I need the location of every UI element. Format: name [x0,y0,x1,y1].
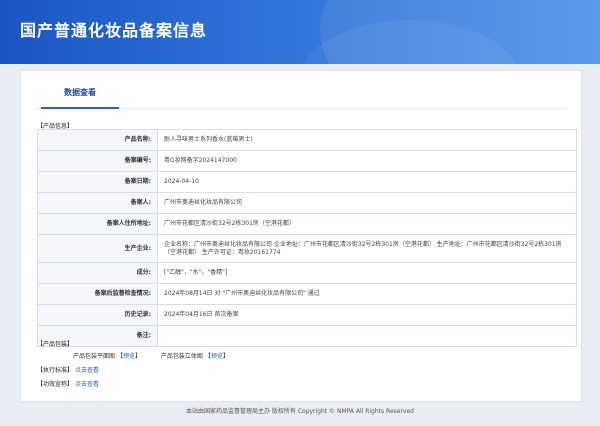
table-row: 备案后监督检查情况: 2024年08月14日 对 "广州市奥迪丝化妆品有限公司"… [37,283,577,305]
table-row: 备案人住所地址: 广州市花都区清沙街32号2栋301房（空港花都） [37,213,577,235]
section-label-packaging: 【产品包装】 [37,341,74,348]
packaging-item: 产品包装平面图 【预览】 [73,353,141,360]
section-label-efficacy: 【功效宣称】 [37,381,74,388]
product-info-table: 产品名称: 耐人寻味男士系列香水(蓝莓男士) 备案编号: 粤G妆网备字20241… [37,129,577,347]
preview-3d-link[interactable]: 预览 [211,353,223,360]
table-row: 备注: [37,325,577,347]
row-label: 备案人: [37,192,158,214]
ingredients-value: ["乙醇"，"水"，"香精"] [157,262,577,284]
row-label: 备案编号: [37,150,158,172]
packaging-flat-label: 产品包装平面图 [73,353,116,360]
preview-flat-link[interactable]: 预览 [123,353,135,360]
table-row: 备案人: 广州市奥迪丝化妆品有限公司 [37,192,577,214]
table-row: 备案编号: 粤G妆网备字2024147000 [37,150,577,172]
manufacturer-value: 企业名称：广州市奥迪丝化妆品有限公司 企业地址：广州市花都区清沙街32号2栋30… [157,234,577,263]
table-row: 生产企业: 企业名称：广州市奥迪丝化妆品有限公司 企业地址：广州市花都区清沙街3… [37,234,577,263]
packaging-3d-label: 产品包装立体图 [160,353,203,360]
filing-number-value: 粤G妆网备字2024147000 [157,150,577,172]
row-label: 备案日期: [37,171,158,193]
row-label: 产品名称: [37,129,158,151]
table-row: 备案日期: 2024-04-10 [37,171,577,193]
standard-row: 【执行标准】 点击查看 [37,365,99,374]
footer-copyright: 本站由国家药品监督管理局主办 版权所有 Copyright © NMPA All… [186,408,414,415]
tab-data-view[interactable]: 数据查看 [41,77,119,109]
row-label: 成分: [37,262,158,284]
remarks-value [157,325,577,347]
table-row: 成分: ["乙醇"，"水"，"香精"] [37,262,577,284]
content-card: 数据查看 【产品信息】 产品名称: 耐人寻味男士系列香水(蓝莓男士) 备案编号:… [20,70,582,402]
filing-date-value: 2024-04-10 [157,171,577,193]
tab-bar: 数据查看 [35,77,567,109]
efficacy-view-link[interactable]: 点击查看 [75,381,99,388]
product-name-value: 耐人寻味男士系列香水(蓝莓男士) [157,129,577,151]
page-title: 国产普通化妆品备案信息 [20,21,208,40]
page-header: 国产普通化妆品备案信息 [0,0,600,64]
table-row: 历史记录: 2024年04月16日 首次备案 [37,304,577,326]
section-label-standard: 【执行标准】 [37,367,74,374]
registrant-value: 广州市奥迪丝化妆品有限公司 [157,192,577,214]
efficacy-row: 【功效宣称】 点击查看 [37,379,99,388]
table-row: 产品名称: 耐人寻味男士系列香水(蓝莓男士) [37,129,577,151]
registrant-address-value: 广州市花都区清沙街32号2栋301房（空港花都） [157,213,577,235]
packaging-item: 产品包装立体图 【预览】 [160,353,229,360]
history-value: 2024年04月16日 首次备案 [157,304,577,326]
inspection-value: 2024年08月14日 对 "广州市奥迪丝化妆品有限公司" 通过 [157,283,577,305]
standard-view-link[interactable]: 点击查看 [75,367,99,374]
row-label: 备案人住所地址: [37,213,158,235]
packaging-row: 产品包装平面图 【预览】 产品包装立体图 【预览】 [73,351,247,360]
row-label: 生产企业: [37,234,158,263]
row-label: 备案后监督检查情况: [37,283,158,305]
row-label: 历史记录: [37,304,158,326]
